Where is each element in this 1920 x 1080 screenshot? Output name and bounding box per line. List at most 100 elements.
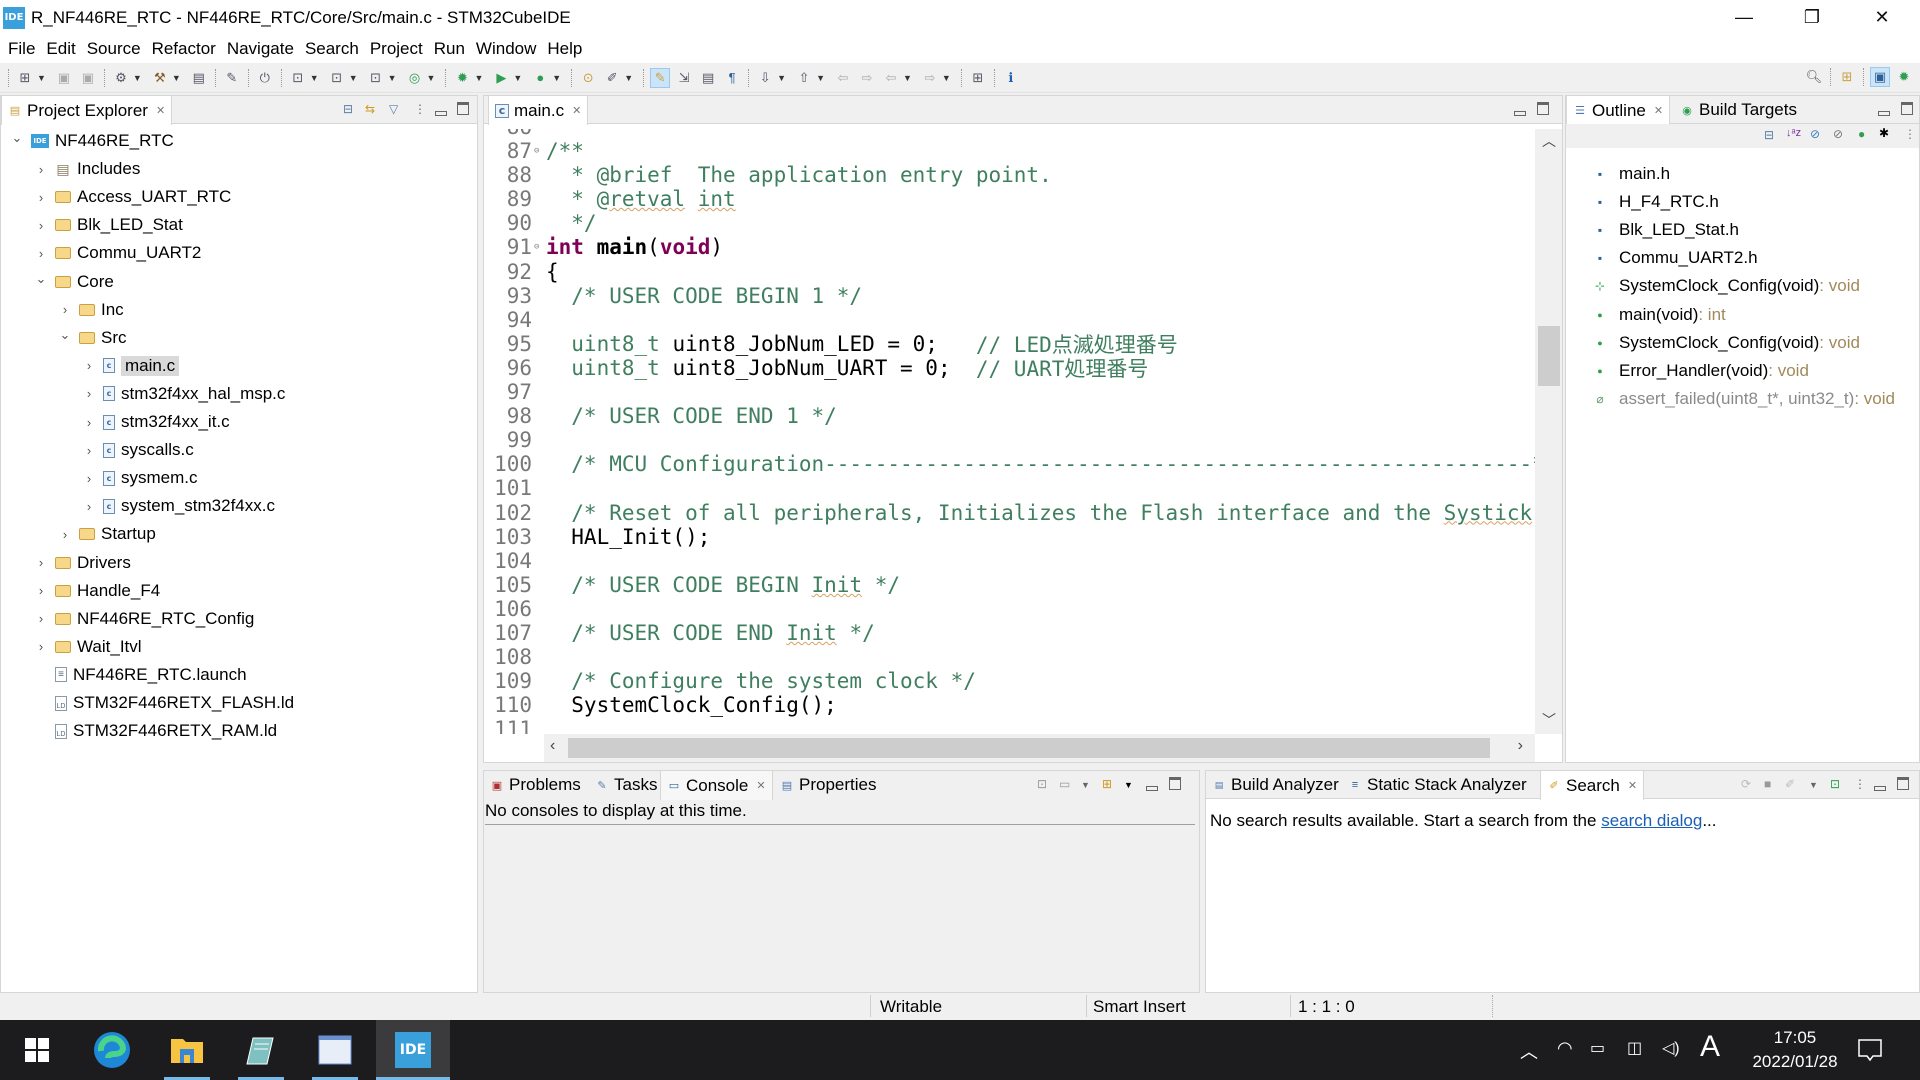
pin-editor-icon[interactable]: ⊞ [968, 68, 988, 88]
outline-item[interactable]: ▪ Commu_UART2.h [1591, 245, 1758, 271]
previous-searches-icon[interactable]: ✐ [1785, 777, 1795, 791]
hide-macros-icon[interactable]: ✱ [1879, 126, 1889, 140]
minimize-view-icon[interactable] [435, 105, 447, 119]
debug-target-icon[interactable]: ✎ [222, 68, 242, 88]
close-tab-icon[interactable]: ✕ [156, 104, 165, 117]
chevron-right-icon[interactable]: › [33, 639, 49, 654]
tab-static-stack-analyzer[interactable]: ≡ Static Stack Analyzer [1342, 771, 1533, 799]
scroll-right-icon[interactable]: › [1518, 737, 1523, 755]
display-console-dropdown-icon[interactable]: ▼ [1081, 780, 1090, 790]
menu-search[interactable]: Search [301, 39, 366, 59]
new-class-icon[interactable]: ◎ [405, 68, 425, 88]
menu-refactor[interactable]: Refactor [148, 39, 223, 59]
chevron-right-icon[interactable]: › [81, 386, 97, 401]
restore-button[interactable]: ❐ [1780, 0, 1844, 35]
vertical-scroll-thumb[interactable] [1538, 326, 1560, 387]
block-select-icon[interactable]: ▤ [698, 68, 718, 88]
chevron-right-icon[interactable]: › [81, 415, 97, 430]
tab-properties[interactable]: ▤ Properties [774, 771, 882, 799]
chevron-right-icon[interactable]: › [33, 162, 49, 177]
search-icon[interactable]: 🔍︎ [1804, 67, 1824, 87]
tree-item[interactable]: ⌄ IDE NF446RE_RTC [9, 128, 174, 154]
back-dropdown-icon[interactable]: ▼ [903, 73, 912, 83]
tree-item[interactable]: › Drivers [33, 550, 131, 576]
highlight-icon[interactable]: ✎ [650, 67, 671, 88]
chevron-right-icon[interactable]: › [33, 246, 49, 261]
tree-item[interactable]: › Startup [57, 521, 156, 547]
chevron-right-icon[interactable]: › [81, 443, 97, 458]
maximize-view-icon[interactable] [457, 102, 469, 118]
menu-source[interactable]: Source [83, 39, 148, 59]
hide-static-icon[interactable]: ⊘ [1833, 127, 1843, 141]
hide-fields-icon[interactable]: ⊘ [1810, 127, 1820, 141]
horizontal-scrollbar[interactable]: ‹ › [544, 734, 1535, 762]
c-cpp-perspective-icon[interactable]: ▣ [1870, 67, 1890, 87]
chevron-down-icon[interactable]: ⌄ [9, 130, 25, 146]
save-all-icon[interactable]: ▣ [78, 68, 98, 88]
outline-item[interactable]: ⊹ SystemClock_Config(void) : void [1591, 273, 1860, 299]
link-with-editor-icon[interactable]: ⇆ [365, 102, 375, 116]
toggle-mark-icon[interactable]: ⇲ [674, 68, 694, 88]
prev-annotation-dropdown-icon[interactable]: ▼ [816, 73, 825, 83]
debug-perspective-icon[interactable]: ✹ [1894, 67, 1914, 87]
menu-window[interactable]: Window [472, 39, 543, 59]
tree-item[interactable]: LD STM32F446RETX_FLASH.ld [33, 690, 294, 716]
collapse-all-icon[interactable]: ⊟ [343, 102, 353, 116]
tab-build-targets[interactable]: ◉ Build Targets [1674, 96, 1803, 124]
taskbar-stm32cubeide[interactable]: IDE [376, 1020, 450, 1080]
chevron-right-icon[interactable]: › [81, 471, 97, 486]
clock[interactable]: 17:05 2022/01/28 [1740, 1026, 1850, 1074]
tab-project-explorer[interactable]: ▤ Project Explorer ✕ [1, 96, 173, 125]
binary-icon[interactable]: ▤ [189, 68, 209, 88]
battery-icon[interactable]: ▭ [1590, 1038, 1605, 1058]
open-console-icon[interactable]: ⊞ [1102, 777, 1112, 791]
tree-item[interactable]: ≡ NF446RE_RTC.launch [33, 662, 247, 688]
refresh-search-icon[interactable]: ⟳ [1741, 777, 1751, 791]
open-perspective-icon[interactable]: ⊞ [1837, 67, 1857, 87]
tree-item[interactable]: › ▤ Includes [33, 156, 141, 182]
notifications-icon[interactable] [1857, 1038, 1883, 1064]
menu-project[interactable]: Project [366, 39, 430, 59]
forward-icon[interactable]: ⇨ [920, 68, 940, 88]
taskbar-file-explorer[interactable] [150, 1020, 224, 1080]
debug-dropdown-icon[interactable]: ▼ [474, 73, 483, 83]
new-dropdown-icon[interactable]: ▼ [37, 73, 46, 83]
sort-icon[interactable]: ↓ᵃz [1786, 127, 1801, 139]
pin-search-icon[interactable]: ⊡ [1830, 777, 1840, 791]
new-icon[interactable]: ⊞ [15, 68, 35, 88]
tree-item[interactable]: › c main.c [81, 353, 180, 379]
outline-item[interactable]: ▪ Blk_LED_Stat.h [1591, 217, 1739, 243]
menu-file[interactable]: File [4, 39, 42, 59]
taskbar-notepad[interactable] [224, 1020, 298, 1080]
build-hammer-dropdown-icon[interactable]: ▼ [172, 73, 181, 83]
minimize-view-icon[interactable] [1878, 105, 1890, 119]
close-button[interactable]: ✕ [1850, 0, 1914, 35]
tree-item[interactable]: › c stm32f4xx_hal_msp.c [81, 381, 286, 407]
minimize-view-icon[interactable] [1874, 780, 1886, 794]
outline-item[interactable]: ● SystemClock_Config(void) : void [1591, 330, 1860, 356]
save-icon[interactable]: ▣ [54, 68, 74, 88]
new-folder-dropdown-icon[interactable]: ▼ [349, 73, 358, 83]
close-tab-icon[interactable]: ✕ [572, 104, 581, 117]
filter-icon[interactable]: ▽ [389, 102, 398, 116]
new-c-project-icon[interactable]: ⊡ [288, 68, 308, 88]
minimize-button[interactable]: — [1712, 0, 1776, 35]
maximize-view-icon[interactable] [1169, 777, 1181, 793]
back-edit-icon[interactable]: ⇦ [833, 68, 853, 88]
camera-icon[interactable]: ◫ [1627, 1038, 1642, 1058]
new-folder-icon[interactable]: ⊡ [327, 68, 347, 88]
menu-help[interactable]: Help [543, 39, 589, 59]
tree-item[interactable]: › Access_UART_RTC [33, 184, 231, 210]
tree-item[interactable]: › c sysmem.c [81, 465, 198, 491]
tree-item[interactable]: › c system_stm32f4xx.c [81, 493, 275, 519]
chevron-down-icon[interactable]: ⌄ [33, 271, 49, 287]
tree-item[interactable]: LD STM32F446RETX_RAM.ld [33, 718, 277, 744]
collapse-all-icon[interactable]: ⊟ [1764, 128, 1774, 142]
info-icon[interactable]: ℹ [1001, 68, 1021, 88]
close-tab-icon[interactable]: ✕ [1654, 104, 1663, 117]
tab-main-c[interactable]: c main.c ✕ [488, 96, 589, 125]
back-icon[interactable]: ⇦ [881, 68, 901, 88]
maximize-view-icon[interactable] [1901, 102, 1913, 118]
code-editor[interactable]: 8687⊖/**88 * @brief The application entr… [484, 129, 1535, 734]
pin-console-icon[interactable]: ⊡ [1037, 777, 1047, 791]
